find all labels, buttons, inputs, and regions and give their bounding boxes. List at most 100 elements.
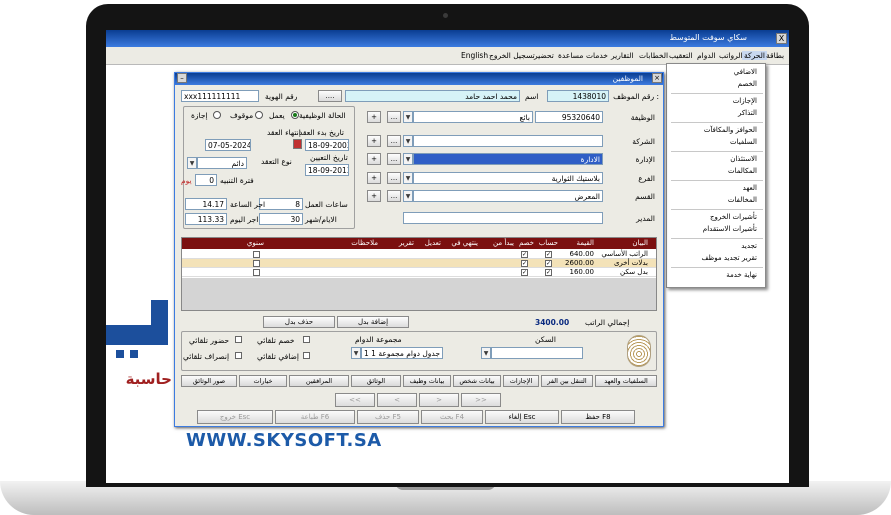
branch-dropdown-icon[interactable]: ▼ <box>403 172 413 184</box>
row-annual-checkbox[interactable] <box>253 251 260 258</box>
dropdown-permission[interactable]: الاستئذان <box>730 155 757 163</box>
tab-doc-images[interactable]: صور الوثائق <box>181 375 237 387</box>
calendar-icon[interactable] <box>293 139 302 149</box>
menu-reports[interactable]: التقارير <box>611 51 634 60</box>
company-add-button[interactable]: + <box>367 135 381 147</box>
auto-attend-checkbox[interactable] <box>235 336 242 343</box>
menu-followup[interactable]: التعقيب <box>669 51 693 60</box>
menu-salaries[interactable]: الرواتب <box>719 51 743 60</box>
menu-card[interactable]: بطاقة <box>766 51 784 60</box>
dropdown-deduction[interactable]: الخصم <box>738 80 757 88</box>
dropdown-vacations[interactable]: الإجازات <box>733 97 757 105</box>
table-row[interactable]: الراتب الأساسي 640.00 ✓ ✓ <box>182 250 656 259</box>
dropdown-advances[interactable]: السلفيات <box>730 138 757 146</box>
dropdown-calls[interactable]: المكالمات <box>728 167 757 175</box>
row-deduct-checkbox[interactable]: ✓ <box>521 260 528 267</box>
branch-field[interactable]: بلاستيك الثوارية <box>413 172 603 184</box>
section-dropdown-icon[interactable]: ▼ <box>403 190 413 202</box>
housing-field[interactable] <box>491 347 583 359</box>
delete-button[interactable]: حذف F5 <box>357 410 419 424</box>
tab-personal[interactable]: بيانات شخص <box>453 375 501 387</box>
menu-logout[interactable]: تسجيل الخروج <box>489 51 535 60</box>
menu-movement[interactable]: الحركة <box>742 51 767 60</box>
table-row[interactable]: بدلات أخرى 2600.00 ✓ ✓ <box>182 259 656 268</box>
row-annual-checkbox[interactable] <box>253 260 260 267</box>
menu-services[interactable]: خدمات <box>586 51 608 60</box>
nav-next-button[interactable]: > <box>419 393 459 407</box>
id-lookup-button[interactable]: .... <box>318 90 342 102</box>
hours-field[interactable]: 8 <box>259 198 303 210</box>
contract-type-field[interactable]: دائم <box>197 157 247 169</box>
auto-deduct-checkbox[interactable] <box>303 336 310 343</box>
row-deduct-checkbox[interactable]: ✓ <box>521 269 528 276</box>
menu-help[interactable]: مساعدة <box>558 51 583 60</box>
exit-button[interactable]: خروج Esc <box>197 410 273 424</box>
dropdown-recruit-visas[interactable]: تأشيرات الاستقدام <box>703 225 757 233</box>
row-calc-checkbox[interactable]: ✓ <box>545 251 552 258</box>
tab-advances[interactable]: السلفيات والعهد <box>595 375 657 387</box>
tab-companions[interactable]: المرافقين <box>289 375 349 387</box>
tab-documents[interactable]: الوثائق <box>351 375 401 387</box>
auto-leave-checkbox[interactable] <box>235 352 242 359</box>
notice-field[interactable]: 0 <box>195 174 217 186</box>
save-button[interactable]: حفظ F8 <box>561 410 635 424</box>
name-field[interactable]: محمد احمد حامد <box>345 90 520 102</box>
tab-vacations[interactable]: الإجازات <box>503 375 539 387</box>
window-minimize-icon[interactable]: – <box>177 73 187 83</box>
job-add-button[interactable]: + <box>367 111 381 123</box>
row-calc-checkbox[interactable]: ✓ <box>545 269 552 276</box>
print-button[interactable]: طباعة F6 <box>275 410 355 424</box>
contract-end-field[interactable]: 07-05-2024 <box>205 139 251 151</box>
tab-transfers[interactable]: التنقل بين الفر <box>541 375 593 387</box>
tab-job[interactable]: بيانات وظيف <box>403 375 451 387</box>
company-dropdown-icon[interactable]: ▼ <box>403 135 413 147</box>
status-vacation-radio[interactable] <box>213 111 221 119</box>
menu-english[interactable]: English <box>461 51 488 60</box>
delete-allowance-button[interactable]: حذف بدل <box>263 316 335 328</box>
shift-group-dropdown-icon[interactable]: ▼ <box>351 347 361 359</box>
branch-browse-button[interactable]: ... <box>387 172 401 184</box>
contract-start-field[interactable]: 18-09-2003 <box>305 139 349 151</box>
nav-prev-button[interactable]: < <box>377 393 417 407</box>
dropdown-violations[interactable]: المخالفات <box>728 196 757 204</box>
nav-first-button[interactable]: << <box>335 393 375 407</box>
dropdown-custody[interactable]: العهد <box>743 184 757 192</box>
days-field[interactable]: 30 <box>259 213 303 225</box>
fingerprint-icon[interactable] <box>627 335 651 367</box>
company-field[interactable] <box>413 135 603 147</box>
company-browse-button[interactable]: ... <box>387 135 401 147</box>
search-button[interactable]: بحث F4 <box>421 410 483 424</box>
job-dropdown-icon[interactable]: ▼ <box>403 111 413 123</box>
job-name-field[interactable]: بائع <box>413 111 533 123</box>
id-field[interactable]: xxx111111111 <box>181 90 259 102</box>
status-suspended-radio[interactable] <box>255 111 263 119</box>
dropdown-tickets[interactable]: التذاكر <box>738 109 757 117</box>
contract-type-dropdown-icon[interactable]: ▼ <box>187 157 197 169</box>
dept-browse-button[interactable]: ... <box>387 153 401 165</box>
menu-attendance[interactable]: الدوام <box>697 51 716 60</box>
row-annual-checkbox[interactable] <box>253 269 260 276</box>
nav-last-button[interactable]: >> <box>461 393 501 407</box>
status-working-radio[interactable] <box>291 111 299 119</box>
dept-field[interactable]: الادارة <box>413 153 603 165</box>
dropdown-end-of-service[interactable]: نهاية خدمة <box>726 271 757 279</box>
housing-dropdown-icon[interactable]: ▼ <box>481 347 491 359</box>
row-calc-checkbox[interactable]: ✓ <box>545 260 552 267</box>
menu-letters[interactable]: الخطابات <box>639 51 668 60</box>
cancel-button[interactable]: إلغاء Esc <box>485 410 559 424</box>
dept-add-button[interactable]: + <box>367 153 381 165</box>
job-browse-button[interactable]: ... <box>387 111 401 123</box>
add-allowance-button[interactable]: إضافة بدل <box>337 316 409 328</box>
row-deduct-checkbox[interactable]: ✓ <box>521 251 528 258</box>
window-close-icon[interactable]: × <box>652 73 662 83</box>
day-wage-field[interactable]: 113.33 <box>185 213 227 225</box>
hour-wage-field[interactable]: 14.17 <box>185 198 227 210</box>
dropdown-renewal-report[interactable]: تقرير تجديد موظف <box>701 254 757 262</box>
manager-field[interactable] <box>403 212 603 224</box>
dropdown-bonuses[interactable]: الحوافز والمكافآت <box>704 126 757 134</box>
dropdown-renewal[interactable]: تجديد <box>741 242 757 250</box>
section-field[interactable]: المعرض <box>413 190 603 202</box>
dropdown-overtime[interactable]: الاضافي <box>734 68 757 76</box>
auto-overtime-checkbox[interactable] <box>303 352 310 359</box>
job-code-field[interactable]: 95320640 <box>535 111 603 123</box>
